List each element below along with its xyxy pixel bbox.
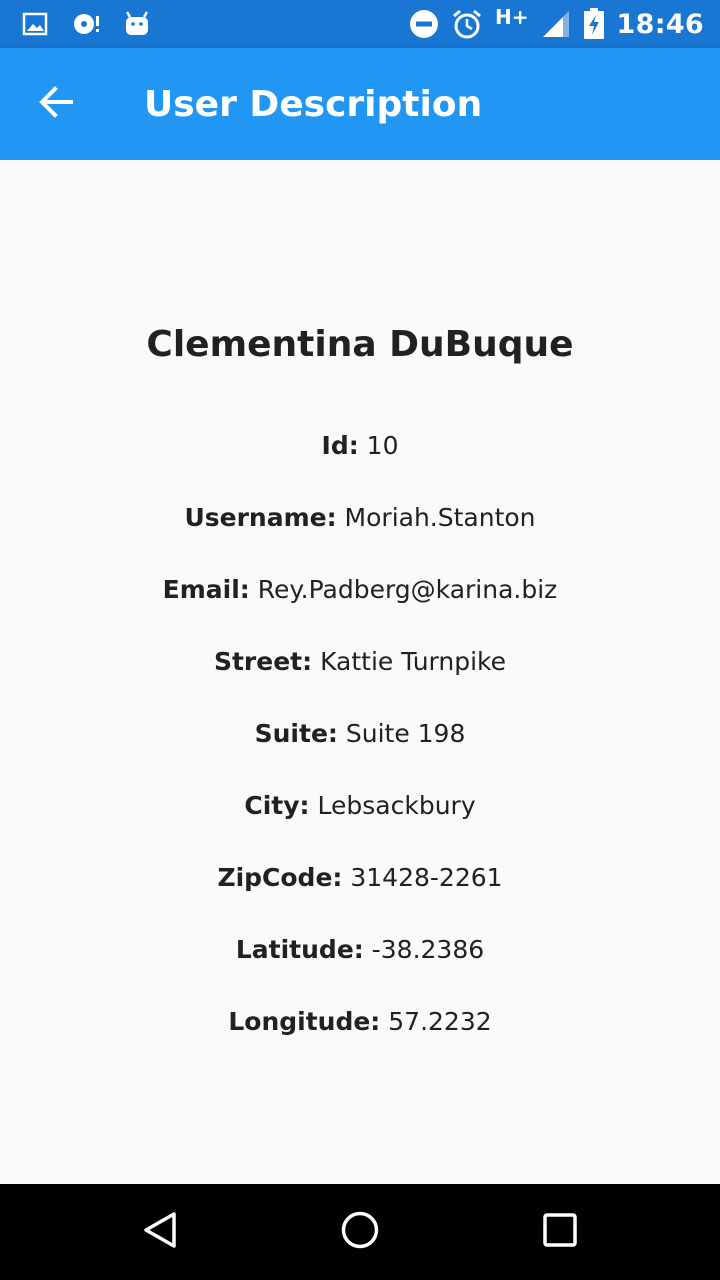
signal-icon — [541, 9, 571, 39]
recents-square-icon — [542, 1212, 578, 1252]
nav-back-button[interactable] — [112, 1184, 208, 1280]
image-icon — [22, 12, 48, 36]
field-value: -38.2386 — [371, 935, 485, 964]
field-label: Latitude: — [235, 935, 364, 964]
app-bar: User Description — [0, 48, 720, 160]
field-value: Kattie Turnpike — [320, 647, 507, 676]
field-value: Suite 198 — [345, 719, 466, 748]
home-circle-icon — [340, 1210, 380, 1254]
field-value: 10 — [366, 431, 399, 460]
field-label: ZipCode: — [217, 863, 343, 892]
field-value: Rey.Padberg@karina.biz — [257, 575, 558, 604]
field-label: Email: — [162, 575, 250, 604]
field-label: Id: — [321, 431, 359, 460]
arrow-back-icon — [39, 85, 73, 123]
clock: 18:46 — [616, 8, 704, 40]
do-not-disturb-icon — [409, 9, 439, 39]
alarm-icon — [451, 8, 483, 40]
user-detail-content: Clementina DuBuque Id: 10 Username: Mori… — [0, 160, 720, 1184]
field-label: City: — [244, 791, 310, 820]
field-label: Longitude: — [228, 1007, 381, 1036]
field-label: Suite: — [254, 719, 338, 748]
back-button[interactable] — [0, 48, 112, 160]
field-latitude: Latitude: -38.2386 — [0, 935, 720, 964]
field-label: Street: — [213, 647, 313, 676]
field-value: 31428-2261 — [350, 863, 503, 892]
nav-recents-button[interactable] — [512, 1184, 608, 1280]
field-street: Street: Kattie Turnpike — [0, 647, 720, 676]
back-triangle-icon — [140, 1210, 180, 1254]
battery-charging-icon — [583, 8, 605, 40]
disc-icon — [70, 11, 102, 37]
page-title: User Description — [144, 83, 483, 125]
nav-home-button[interactable] — [312, 1184, 408, 1280]
android-icon — [124, 11, 150, 37]
field-zipcode: ZipCode: 31428-2261 — [0, 863, 720, 892]
field-username: Username: Moriah.Stanton — [0, 503, 720, 532]
navigation-bar — [0, 1184, 720, 1280]
field-email: Email: Rey.Padberg@karina.biz — [0, 575, 720, 604]
field-value: 57.2232 — [388, 1007, 492, 1036]
user-name: Clementina DuBuque — [146, 324, 574, 365]
status-right: H+ 18:46 — [397, 5, 704, 40]
field-longitude: Longitude: 57.2232 — [0, 1007, 720, 1036]
field-value: Lebsackbury — [317, 791, 476, 820]
status-bar: H+ 18:46 — [0, 0, 720, 48]
field-id: Id: 10 — [0, 431, 720, 460]
field-label: Username: — [184, 503, 337, 532]
status-left — [22, 11, 172, 37]
field-city: City: Lebsackbury — [0, 791, 720, 820]
field-value: Moriah.Stanton — [344, 503, 536, 532]
field-suite: Suite: Suite 198 — [0, 719, 720, 748]
network-type: H+ — [495, 5, 529, 29]
